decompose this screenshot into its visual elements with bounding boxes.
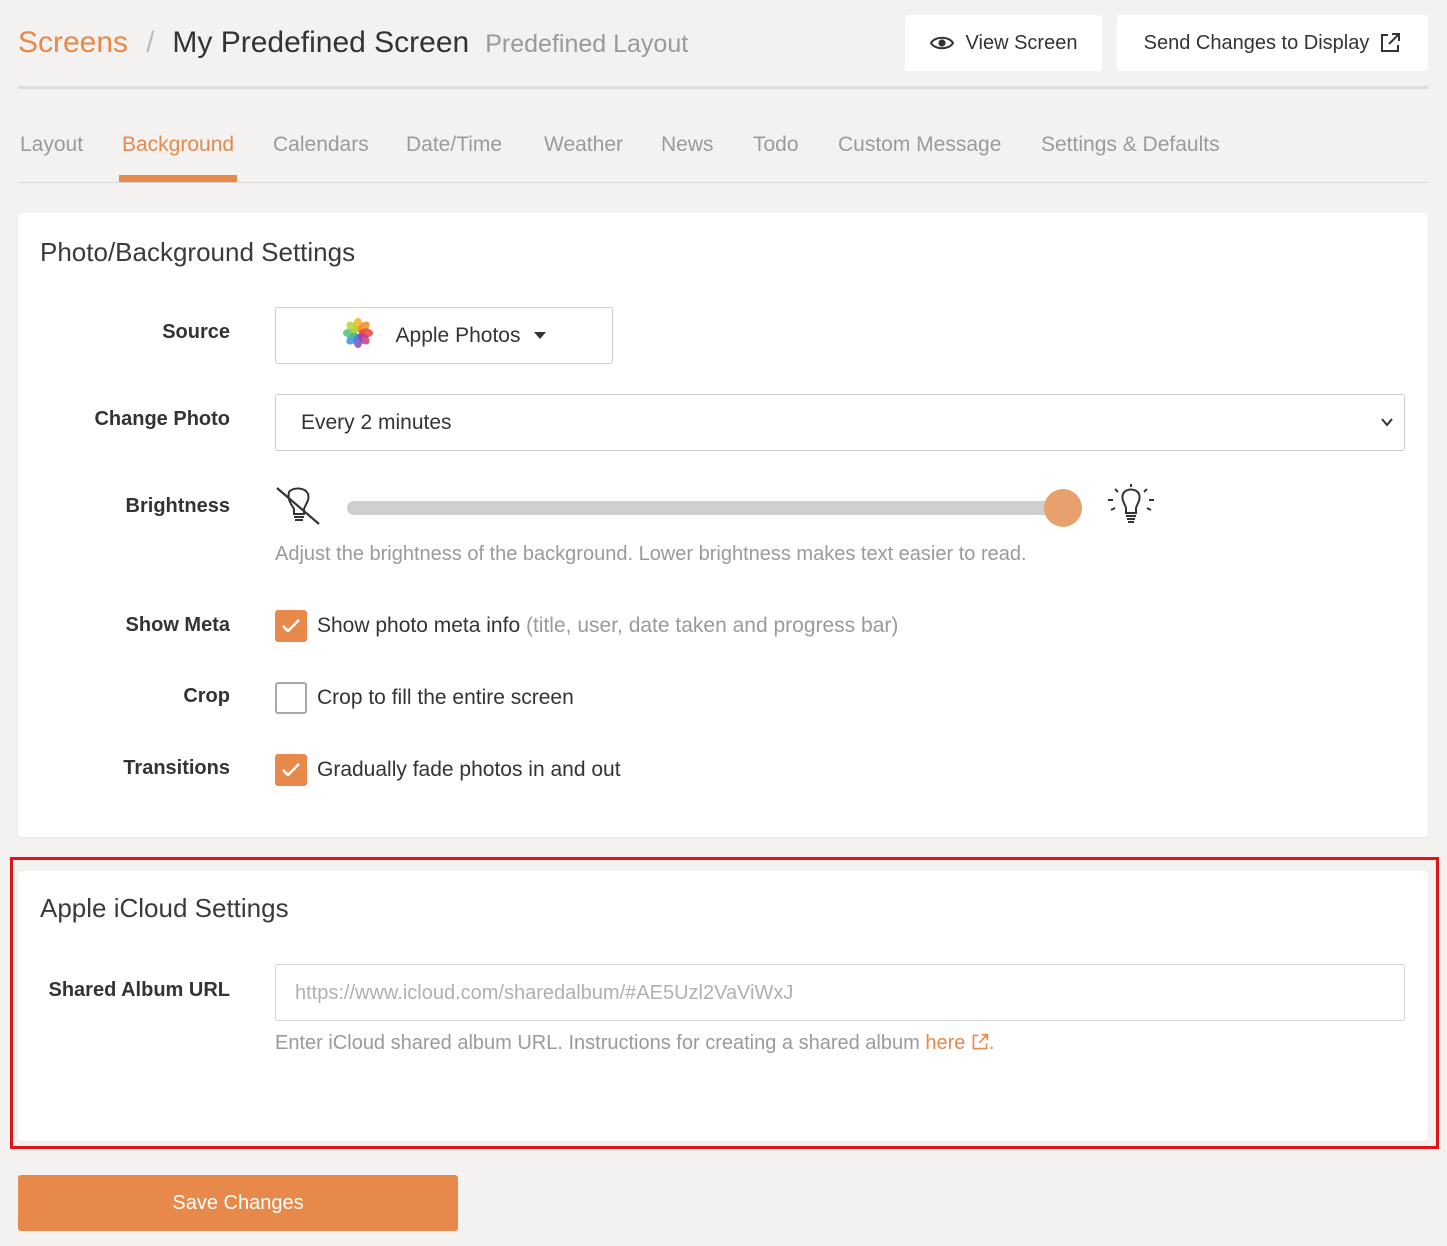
- show-meta-main-text: Show photo meta info: [317, 614, 521, 637]
- lightbulb-off-icon: [275, 486, 321, 531]
- crop-label: Crop: [183, 685, 230, 707]
- view-screen-button[interactable]: View Screen: [905, 15, 1102, 71]
- show-meta-checkbox[interactable]: [275, 610, 307, 642]
- send-changes-button[interactable]: Send Changes to Display: [1117, 15, 1428, 71]
- view-screen-label: View Screen: [965, 31, 1078, 54]
- source-label: Source: [162, 321, 230, 343]
- change-photo-select[interactable]: Every 2 minutes: [275, 394, 1405, 451]
- show-meta-label: Show Meta: [125, 614, 230, 636]
- crop-text: Crop to fill the entire screen: [317, 686, 574, 709]
- tab-calendars[interactable]: Calendars: [273, 133, 369, 157]
- instructions-link-text: here: [925, 1032, 966, 1054]
- tab-todo[interactable]: Todo: [753, 133, 799, 157]
- tab-layout[interactable]: Layout: [20, 133, 83, 157]
- tab-bar: Layout Background Calendars Date/Time We…: [18, 118, 1428, 183]
- apple-photos-icon: [342, 317, 374, 354]
- breadcrumb-screens-link[interactable]: Screens: [18, 26, 128, 60]
- tab-custom-message[interactable]: Custom Message: [838, 133, 1001, 157]
- shared-album-url-input[interactable]: https://www.icloud.com/sharedalbum/#AE5U…: [275, 964, 1405, 1021]
- tab-news[interactable]: News: [661, 133, 714, 157]
- active-tab-indicator: [119, 175, 237, 182]
- external-link-icon: [972, 1033, 989, 1050]
- transitions-text: Gradually fade photos in and out: [317, 758, 621, 781]
- external-link-icon: [1379, 32, 1401, 54]
- panel-title: Apple iCloud Settings: [40, 893, 289, 923]
- source-value: Apple Photos: [395, 323, 521, 347]
- transitions-checkbox[interactable]: [275, 754, 307, 786]
- breadcrumb-separator: /: [146, 26, 155, 59]
- shared-album-help-prefix: Enter iCloud shared album URL. Instructi…: [275, 1032, 926, 1054]
- panel-title: Photo/Background Settings: [40, 237, 356, 267]
- shared-album-url-label: Shared Album URL: [48, 979, 231, 1001]
- send-changes-label: Send Changes to Display: [1143, 31, 1370, 54]
- save-changes-button[interactable]: Save Changes: [18, 1175, 458, 1231]
- photo-background-settings-panel: Photo/Background Settings Source Apple P…: [18, 213, 1428, 837]
- tab-background[interactable]: Background: [122, 133, 234, 157]
- shared-album-help-suffix: .: [988, 1032, 995, 1054]
- shared-album-help-text: Enter iCloud shared album URL. Instructi…: [275, 1032, 994, 1055]
- shared-album-url-placeholder: https://www.icloud.com/sharedalbum/#AE5U…: [295, 982, 794, 1004]
- transitions-label: Transitions: [123, 757, 230, 779]
- show-meta-note: (title, user, date taken and progress ba…: [525, 614, 899, 637]
- checkmark-icon: [282, 619, 300, 633]
- brightness-slider-thumb[interactable]: [1044, 489, 1082, 527]
- checkmark-icon: [282, 763, 300, 777]
- page-header: Screens / My Predefined Screen Predefine…: [18, 0, 1428, 89]
- page: Screens / My Predefined Screen Predefine…: [0, 0, 1447, 1246]
- save-changes-label: Save Changes: [172, 1191, 304, 1214]
- page-subtitle: Predefined Layout: [485, 30, 689, 58]
- lightbulb-on-icon: [1107, 484, 1155, 531]
- brightness-slider-track[interactable]: [347, 501, 1067, 515]
- icloud-settings-panel: Apple iCloud Settings Shared Album URL h…: [18, 871, 1428, 1141]
- eye-icon: [929, 35, 954, 51]
- show-meta-text: Show photo meta info (title, user, date …: [317, 614, 898, 638]
- brightness-label: Brightness: [125, 495, 230, 517]
- chevron-down-icon: [1380, 415, 1394, 434]
- breadcrumb: Screens / My Predefined Screen Predefine…: [18, 26, 688, 60]
- tab-settings-defaults[interactable]: Settings & Defaults: [1041, 133, 1220, 157]
- change-photo-label: Change Photo: [94, 408, 230, 430]
- instructions-link[interactable]: here: [925, 1032, 989, 1054]
- caret-down-icon: [534, 327, 547, 345]
- page-title: My Predefined Screen: [172, 26, 470, 59]
- brightness-help-text: Adjust the brightness of the background.…: [275, 543, 1027, 565]
- tab-weather[interactable]: Weather: [544, 133, 623, 157]
- source-dropdown-button[interactable]: Apple Photos: [275, 307, 613, 364]
- change-photo-value: Every 2 minutes: [301, 411, 452, 434]
- tab-date-time[interactable]: Date/Time: [406, 133, 502, 157]
- crop-checkbox[interactable]: [275, 682, 307, 714]
